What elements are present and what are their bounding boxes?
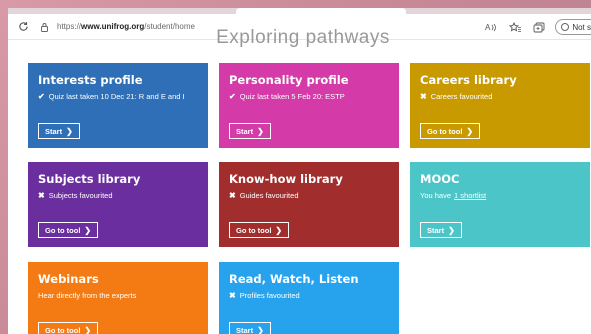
card-title: Personality profile: [229, 73, 349, 87]
button-label: Start: [427, 225, 445, 235]
card-info-text: Quiz last taken 5 Feb 20: ESTP: [239, 92, 345, 101]
card-info: ✖ Profiles favourited: [229, 291, 389, 300]
chevron-right-icon: ❯: [257, 325, 264, 334]
card-info: ✖ Careers favourited: [420, 92, 580, 101]
start-button[interactable]: Start ❯: [38, 123, 80, 139]
card-title: Interests profile: [38, 73, 143, 87]
chevron-right-icon: ❯: [84, 325, 92, 334]
card-info-text: Hear directly from the experts: [38, 291, 137, 300]
card-interests-profile[interactable]: Interests profile ✔ Quiz last taken 10 D…: [28, 63, 208, 148]
button-label: Go to tool: [236, 225, 272, 235]
shortlist-link[interactable]: 1 shortlist: [454, 191, 486, 200]
go-to-tool-button[interactable]: Go to tool ❯: [229, 222, 290, 238]
card-title: Webinars: [38, 272, 99, 286]
chevron-right-icon: ❯: [257, 126, 264, 136]
card-info-text: Guides favourited: [239, 191, 299, 200]
button-label: Go to tool: [45, 325, 81, 334]
card-info: Hear directly from the experts: [38, 291, 198, 300]
button-label: Start: [236, 126, 254, 136]
chevron-right-icon: ❯: [275, 225, 283, 235]
chevron-right-icon: ❯: [448, 225, 455, 235]
check-icon: ✔: [38, 92, 45, 101]
card-info: ✔ Quiz last taken 10 Dec 21: R and E and…: [38, 92, 198, 101]
cross-icon: ✖: [420, 92, 427, 101]
check-icon: ✔: [229, 92, 236, 101]
cross-icon: ✖: [229, 191, 236, 200]
card-personality-profile[interactable]: Personality profile ✔ Quiz last taken 5 …: [219, 63, 399, 148]
browser-window: https:// www.unifrog.org /student/home A…: [8, 8, 591, 334]
card-title: Know-how library: [229, 172, 343, 186]
button-label: Go to tool: [45, 225, 81, 235]
button-label: Start: [45, 126, 63, 136]
card-info-text: Profiles favourited: [239, 291, 300, 300]
start-button[interactable]: Start ❯: [229, 123, 271, 139]
card-title: Subjects library: [38, 172, 141, 186]
go-to-tool-button[interactable]: Go to tool ❯: [38, 322, 99, 334]
button-label: Start: [236, 325, 254, 334]
card-info: ✖ Subjects favourited: [38, 191, 198, 200]
card-info-text: You have: [420, 191, 452, 200]
go-to-tool-button[interactable]: Go to tool ❯: [38, 222, 99, 238]
card-info: ✔ Quiz last taken 5 Feb 20: ESTP: [229, 92, 389, 101]
cross-icon: ✖: [38, 191, 45, 200]
start-button[interactable]: Start ❯: [229, 322, 271, 334]
card-webinars[interactable]: Webinars Hear directly from the experts …: [28, 262, 208, 334]
page-content: Exploring pathways Interests profile ✔ Q…: [8, 27, 591, 334]
card-mooc[interactable]: MOOC You have 1 shortlist Start ❯: [410, 162, 590, 247]
chevron-right-icon: ❯: [466, 126, 474, 136]
card-title: Read, Watch, Listen: [229, 272, 359, 286]
card-title: MOOC: [420, 172, 460, 186]
cross-icon: ✖: [229, 291, 236, 300]
page-heading: Exploring pathways: [216, 27, 390, 48]
card-read-watch-listen[interactable]: Read, Watch, Listen ✖ Profiles favourite…: [219, 262, 399, 334]
card-info: ✖ Guides favourited: [229, 191, 389, 200]
card-know-how-library[interactable]: Know-how library ✖ Guides favourited Go …: [219, 162, 399, 247]
card-info: You have 1 shortlist: [420, 191, 580, 200]
go-to-tool-button[interactable]: Go to tool ❯: [420, 123, 481, 139]
card-info-text: Quiz last taken 10 Dec 21: R and E and I: [48, 92, 185, 101]
card-title: Careers library: [420, 73, 517, 87]
card-info-text: Careers favourited: [430, 92, 493, 101]
chevron-right-icon: ❯: [84, 225, 92, 235]
button-label: Go to tool: [427, 126, 463, 136]
card-subjects-library[interactable]: Subjects library ✖ Subjects favourited G…: [28, 162, 208, 247]
chevron-right-icon: ❯: [66, 126, 73, 136]
card-careers-library[interactable]: Careers library ✖ Careers favourited Go …: [410, 63, 590, 148]
card-info-text: Subjects favourited: [48, 191, 113, 200]
start-button[interactable]: Start ❯: [420, 222, 462, 238]
